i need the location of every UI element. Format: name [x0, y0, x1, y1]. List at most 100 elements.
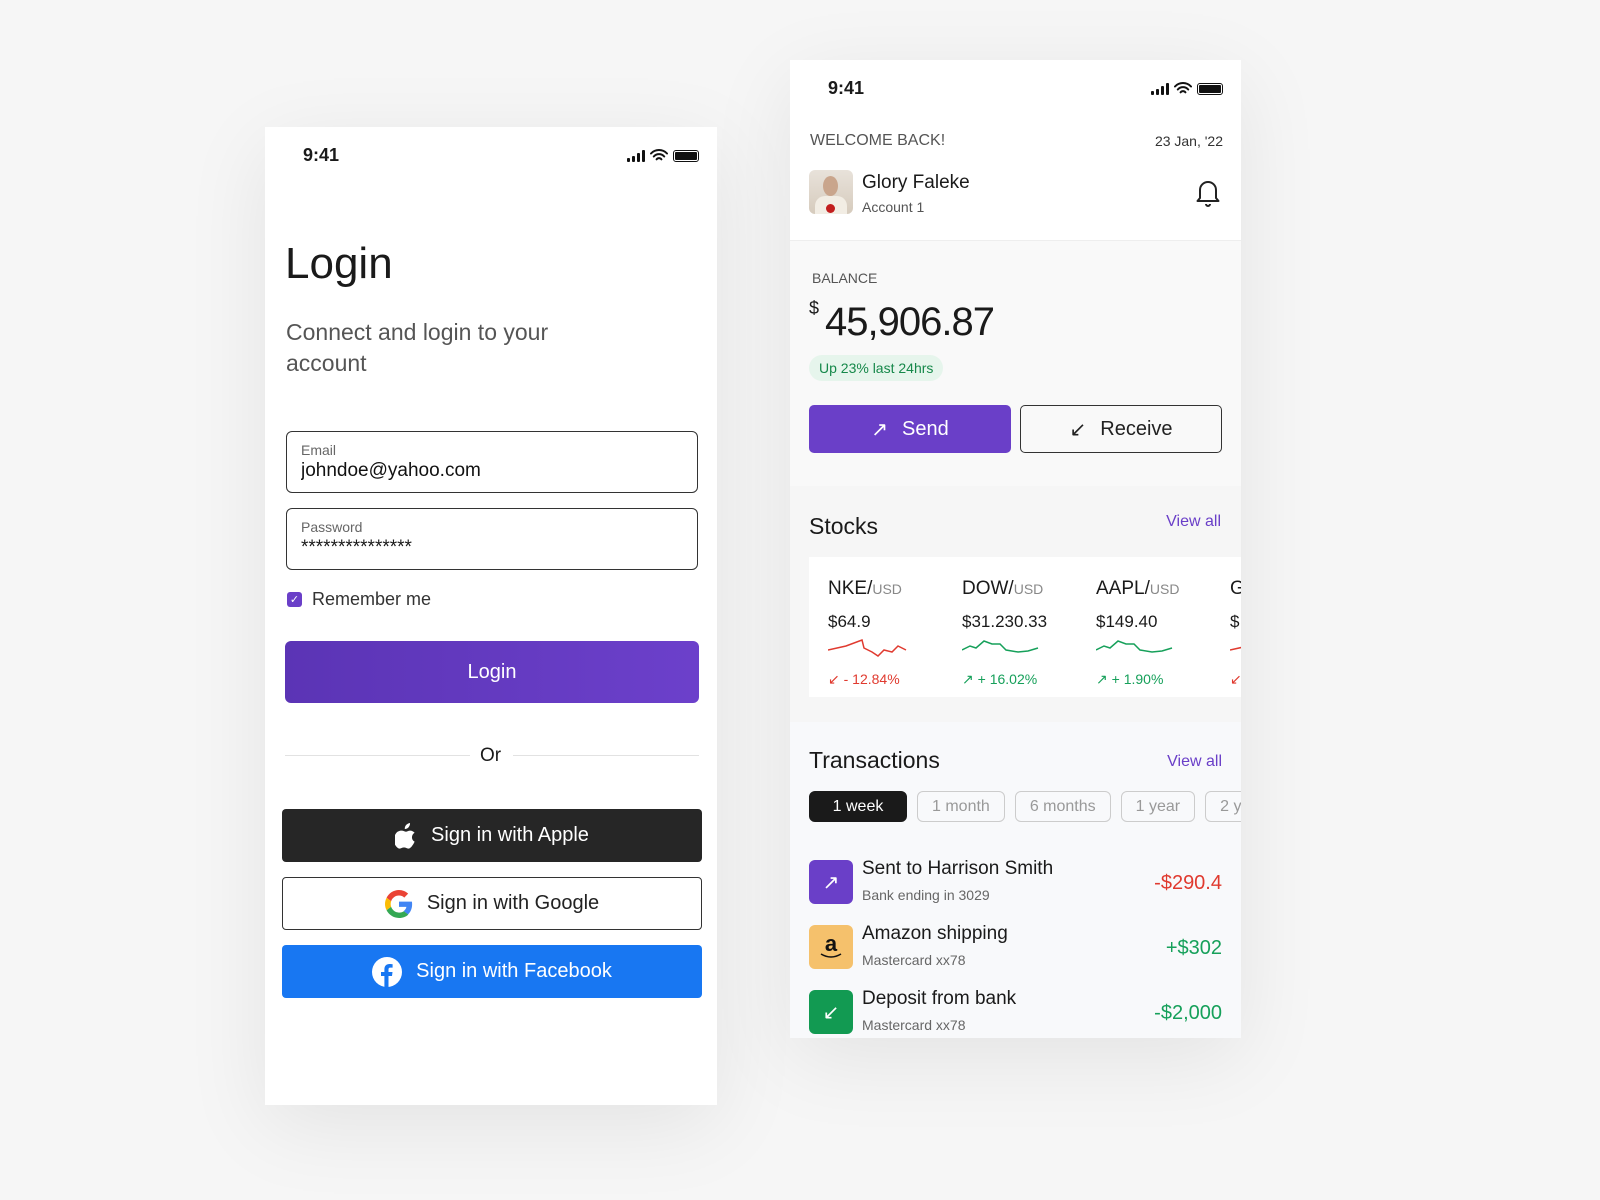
stock-symbol: NKE/USD [828, 578, 902, 599]
battery-icon [1197, 83, 1223, 95]
transaction-amount: +$302 [1165, 937, 1222, 959]
send-button[interactable]: ↗ Send [809, 405, 1011, 453]
stock-sparkline [1229, 646, 1241, 651]
stock-sparkline [827, 639, 907, 657]
dashboard-screen: 9:41 WELCOME BACK! 23 Jan, '22 Glory Fal… [790, 60, 1241, 1038]
transaction-subtitle: Bank ending in 3029 [862, 887, 990, 903]
period-filter: 1 week 1 month 6 months 1 year 2 ye [809, 791, 1241, 822]
trend-arrow-icon: ↗ [1096, 671, 1108, 687]
account-label: Account 1 [862, 199, 925, 215]
arrow-up-right-icon: ↗ [871, 418, 889, 441]
apple-signin-button[interactable]: Sign in with Apple [282, 809, 702, 862]
remember-me-label: Remember me [312, 589, 432, 609]
divider-text: Or [480, 745, 502, 766]
page-subtitle: Connect and login to your account [286, 319, 549, 376]
checkbox-checked-icon[interactable]: ✓ [287, 592, 302, 607]
divider-right [513, 755, 699, 756]
battery-icon [673, 150, 699, 162]
page-title: Login [285, 239, 393, 288]
password-label: Password [301, 519, 363, 535]
arrow-down-left-icon: ↙ [809, 990, 853, 1034]
stock-card-2[interactable]: AAPL/USD $149.40 ↗ + 1.90% [1095, 578, 1216, 688]
stock-price: $64.9 [828, 612, 871, 631]
stock-card-3[interactable]: G $ ↙ [1229, 578, 1241, 688]
stock-symbol: G [1230, 578, 1241, 599]
transaction-amount: -$290.4 [1154, 872, 1222, 894]
facebook-signin-button[interactable]: Sign in with Facebook [282, 945, 702, 998]
divider-left [285, 755, 470, 756]
wifi-icon [650, 149, 668, 161]
stock-sparkline [1095, 640, 1173, 653]
trend-arrow-icon: ↙ [828, 671, 840, 687]
wifi-icon [1174, 82, 1192, 94]
stock-change: ↗ + 16.02% [962, 671, 1038, 687]
transactions-view-all-link[interactable]: View all [1167, 753, 1222, 771]
user-name: Glory Faleke [862, 172, 970, 193]
send-label: Send [902, 417, 949, 440]
status-time: 9:41 [828, 78, 865, 98]
stock-change: ↙ [1230, 671, 1241, 688]
login-button[interactable]: Login [285, 641, 699, 703]
stock-card-0[interactable]: NKE/USD $64.9 ↙ - 12.84% [827, 578, 948, 688]
google-signin-button[interactable]: Sign in with Google [282, 877, 702, 930]
password-input[interactable]: *************** [301, 537, 683, 559]
trend-arrow-icon: ↗ [962, 671, 974, 687]
period-chip-2-years[interactable]: 2 ye [1205, 791, 1241, 822]
stock-symbol: DOW/USD [962, 578, 1044, 599]
google-icon [384, 889, 412, 918]
login-button-label: Login [467, 660, 517, 683]
bell-icon[interactable] [1195, 177, 1221, 207]
change-badge: Up 23% last 24hrs [809, 355, 944, 381]
google-signin-label: Sign in with Google [426, 892, 600, 914]
avatar[interactable] [809, 170, 853, 214]
stock-change: ↗ + 1.90% [1096, 671, 1164, 687]
transaction-row[interactable]: ↙ Deposit from bank Mastercard xx78 -$2,… [809, 988, 1222, 1036]
period-chip-1-month[interactable]: 1 month [917, 791, 1005, 822]
receive-label: Receive [1100, 417, 1173, 440]
transaction-title: Sent to Harrison Smith [862, 858, 1054, 879]
period-chip-1-week[interactable]: 1 week [809, 791, 907, 822]
email-input[interactable] [301, 460, 683, 482]
signal-icon [627, 150, 645, 162]
date-text: 23 Jan, '22 [1154, 133, 1223, 149]
currency-symbol: $ [809, 298, 820, 318]
facebook-icon [372, 956, 403, 987]
transaction-subtitle: Mastercard xx78 [862, 952, 966, 968]
stocks-title: Stocks [809, 513, 879, 539]
balance-label: BALANCE [812, 270, 878, 286]
trend-arrow-icon: ↙ [1230, 671, 1241, 687]
remember-me[interactable]: ✓ Remember me [287, 589, 431, 610]
stock-symbol: AAPL/USD [1096, 578, 1180, 599]
login-screen: 9:41 Login Connect and login to your acc… [265, 127, 717, 1105]
email-field[interactable]: Email [286, 431, 698, 493]
facebook-signin-label: Sign in with Facebook [416, 960, 612, 982]
status-icons [1151, 82, 1223, 95]
transaction-title: Amazon shipping [862, 923, 1008, 944]
stock-price: $149.40 [1096, 612, 1158, 631]
arrow-down-left-icon: ↙ [1069, 418, 1087, 441]
transactions-title: Transactions [809, 747, 940, 773]
arrow-up-right-icon: ↗ [809, 860, 853, 904]
apple-icon [395, 822, 415, 849]
status-icons [627, 149, 699, 162]
period-chip-6-months[interactable]: 6 months [1014, 791, 1111, 822]
balance-amount: 45,906.87 [825, 300, 995, 344]
transaction-row[interactable]: a Amazon shipping Mastercard xx78 +$302 [809, 923, 1222, 971]
stocks-view-all-link[interactable]: View all [1166, 513, 1221, 531]
status-time: 9:41 [303, 145, 340, 165]
period-chip-1-year[interactable]: 1 year [1120, 791, 1196, 822]
stock-card-1[interactable]: DOW/USD $31.230.33 ↗ + 16.02% [961, 578, 1082, 688]
transaction-amount: -$2,000 [1154, 1002, 1222, 1024]
transaction-subtitle: Mastercard xx78 [862, 1017, 966, 1033]
password-field[interactable]: Password *************** [286, 508, 698, 570]
apple-signin-label: Sign in with Apple [431, 824, 589, 846]
signal-icon [1151, 83, 1169, 95]
transaction-title: Deposit from bank [862, 988, 1017, 1009]
email-label: Email [301, 442, 337, 458]
stock-sparkline [961, 640, 1039, 653]
welcome-text: WELCOME BACK! [810, 132, 946, 149]
stock-price: $31.230.33 [962, 612, 1048, 631]
amazon-logo-icon: a [809, 925, 853, 969]
transaction-row[interactable]: ↗ Sent to Harrison Smith Bank ending in … [809, 858, 1222, 906]
receive-button[interactable]: ↙ Receive [1020, 405, 1222, 453]
